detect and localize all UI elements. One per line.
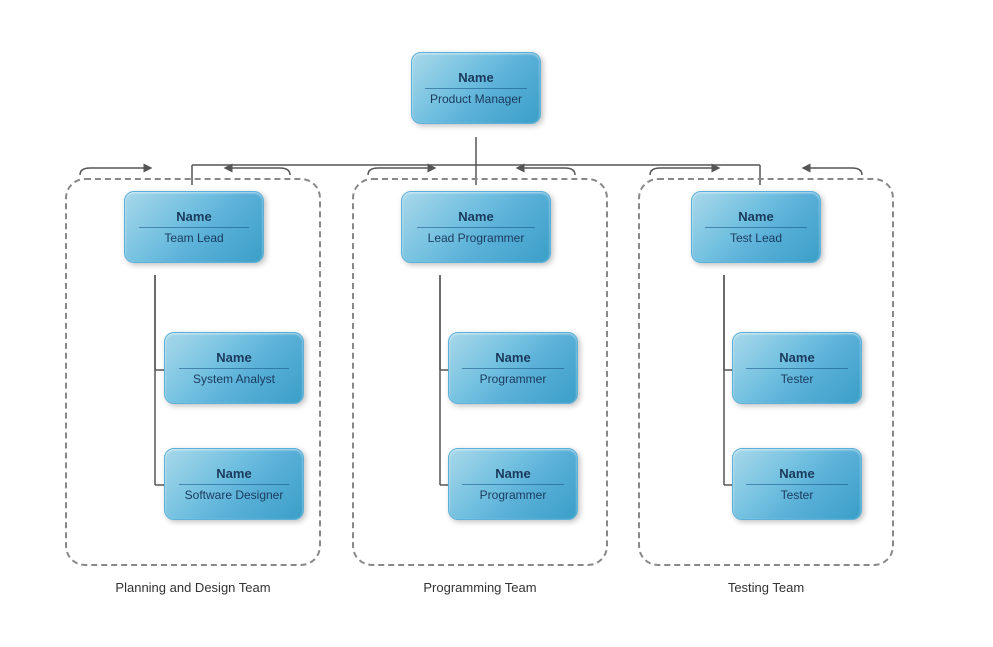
t1-role: Tester — [781, 372, 814, 390]
pm-divider — [425, 88, 527, 89]
tl-role: Team Lead — [164, 231, 223, 249]
sd-role: Software Designer — [185, 488, 284, 506]
t2-name: Name — [779, 462, 814, 481]
sd-divider — [179, 484, 289, 485]
testl-name: Name — [738, 205, 773, 224]
card-product-manager: Name Product Manager — [411, 52, 541, 124]
diagram-container: Name Product Manager Name Team Lead Name… — [0, 0, 993, 647]
tl-name: Name — [176, 205, 211, 224]
card-team-lead: Name Team Lead — [124, 191, 264, 263]
lp-role: Lead Programmer — [428, 231, 525, 249]
p2-name: Name — [495, 462, 530, 481]
p2-divider — [462, 484, 564, 485]
t2-divider — [746, 484, 848, 485]
p2-role: Programmer — [480, 488, 547, 506]
card-lead-programmer: Name Lead Programmer — [401, 191, 551, 263]
pm-role: Product Manager — [430, 92, 522, 110]
p1-role: Programmer — [480, 372, 547, 390]
card-test-lead: Name Test Lead — [691, 191, 821, 263]
t2-role: Tester — [781, 488, 814, 506]
p1-name: Name — [495, 346, 530, 365]
card-tester-1: Name Tester — [732, 332, 862, 404]
sa-role: System Analyst — [193, 372, 275, 390]
card-tester-2: Name Tester — [732, 448, 862, 520]
tl-divider — [139, 227, 249, 228]
t1-divider — [746, 368, 848, 369]
card-software-designer: Name Software Designer — [164, 448, 304, 520]
testl-role: Test Lead — [730, 231, 782, 249]
card-programmer-1: Name Programmer — [448, 332, 578, 404]
t1-name: Name — [779, 346, 814, 365]
label-programming: Programming Team — [352, 580, 608, 595]
sa-divider — [179, 368, 289, 369]
sd-name: Name — [216, 462, 251, 481]
label-planning: Planning and Design Team — [65, 580, 321, 595]
sa-name: Name — [216, 346, 251, 365]
lp-name: Name — [458, 205, 493, 224]
testl-divider — [705, 227, 807, 228]
p1-divider — [462, 368, 564, 369]
card-programmer-2: Name Programmer — [448, 448, 578, 520]
label-testing: Testing Team — [638, 580, 894, 595]
pm-name: Name — [458, 66, 493, 85]
lp-divider — [417, 227, 535, 228]
card-system-analyst: Name System Analyst — [164, 332, 304, 404]
